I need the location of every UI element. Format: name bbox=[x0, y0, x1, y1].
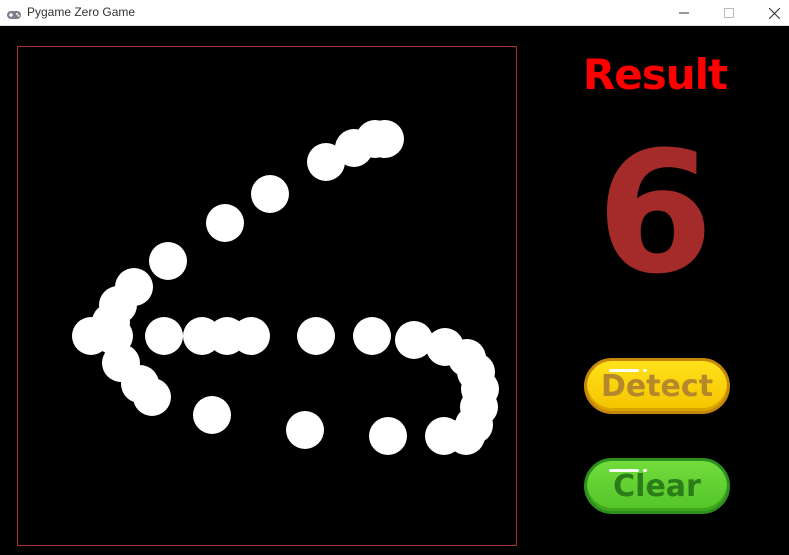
maximize-icon bbox=[724, 8, 734, 18]
title-bar: Pygame Zero Game bbox=[0, 0, 789, 26]
stroke-dot bbox=[133, 378, 171, 416]
detect-button-label: Detect bbox=[600, 368, 714, 404]
stroke-dot bbox=[425, 417, 463, 455]
stroke-dot bbox=[149, 242, 187, 280]
result-label: Result bbox=[582, 50, 728, 99]
result-value: 6 bbox=[596, 115, 714, 311]
button-highlight bbox=[643, 469, 647, 472]
button-highlight bbox=[643, 369, 647, 372]
stroke-dot bbox=[297, 317, 335, 355]
stroke-dot bbox=[251, 175, 289, 213]
maximize-button[interactable] bbox=[706, 0, 752, 26]
stroke-dot bbox=[286, 411, 324, 449]
clear-button[interactable]: Clear bbox=[584, 458, 730, 514]
clear-button-label: Clear bbox=[613, 468, 701, 504]
detect-button[interactable]: Detect bbox=[584, 358, 730, 414]
stroke-dot bbox=[193, 396, 231, 434]
stroke-dot bbox=[145, 317, 183, 355]
drawing-canvas[interactable] bbox=[17, 46, 517, 546]
gamepad-icon bbox=[6, 6, 22, 19]
stroke-dot bbox=[307, 143, 345, 181]
minimize-button[interactable] bbox=[661, 0, 707, 26]
drawn-stroke bbox=[72, 120, 499, 455]
stroke-dot bbox=[369, 417, 407, 455]
close-icon bbox=[768, 7, 780, 19]
stroke-dot bbox=[353, 317, 391, 355]
close-button[interactable] bbox=[751, 0, 789, 26]
window-title: Pygame Zero Game bbox=[27, 5, 136, 19]
button-highlight bbox=[609, 469, 639, 472]
stroke-dot bbox=[232, 317, 270, 355]
stroke-dot bbox=[206, 204, 244, 242]
button-highlight bbox=[609, 369, 639, 372]
minimize-icon bbox=[679, 12, 689, 14]
